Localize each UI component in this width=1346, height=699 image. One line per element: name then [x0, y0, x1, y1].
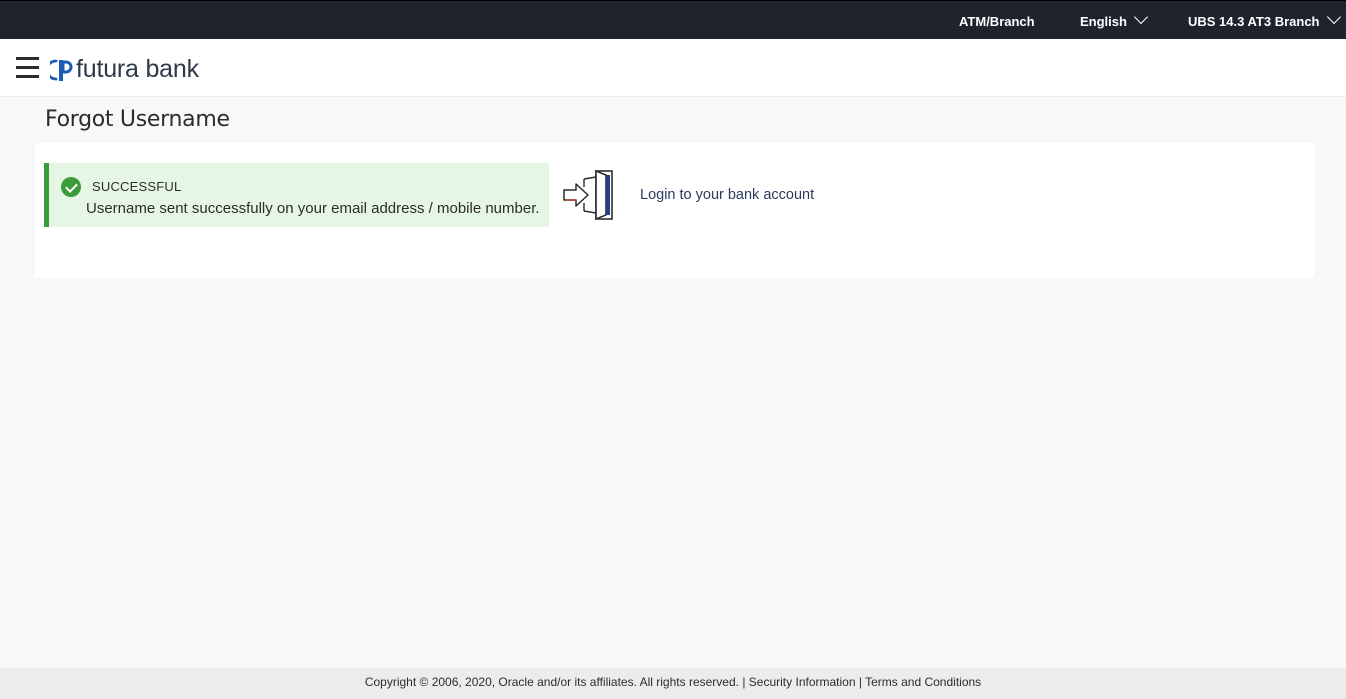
terms-and-conditions-link[interactable]: Terms and Conditions [865, 675, 981, 689]
branch-label: UBS 14.3 AT3 Branch [1188, 14, 1320, 29]
login-door-icon[interactable] [562, 169, 616, 221]
hamburger-icon[interactable] [16, 57, 39, 79]
check-circle-icon [61, 177, 81, 197]
logo-text: futura bank [76, 55, 199, 83]
footer-separator: | [742, 675, 746, 689]
page-title: Forgot Username [45, 107, 230, 132]
logo-mark-icon [50, 59, 73, 81]
footer-separator: | [858, 675, 862, 689]
content-card: SUCCESSFUL Username sent successfully on… [35, 143, 1315, 278]
chevron-down-icon [1326, 9, 1341, 25]
copyright-text: Copyright © 2006, 2020, Oracle and/or it… [364, 675, 739, 689]
success-alert: SUCCESSFUL Username sent successfully on… [44, 163, 549, 227]
header: futura bank [0, 39, 1346, 97]
login-link[interactable]: Login to your bank account [640, 187, 814, 203]
top-bar: ATM/Branch English UBS 14.3 AT3 Branch [0, 0, 1346, 39]
atm-branch-link[interactable]: ATM/Branch [959, 14, 1035, 29]
alert-status: SUCCESSFUL [92, 179, 182, 194]
alert-message: Username sent successfully on your email… [86, 200, 540, 217]
language-label: English [1080, 14, 1127, 29]
footer: Copyright © 2006, 2020, Oracle and/or it… [0, 668, 1346, 699]
branch-dropdown[interactable]: UBS 14.3 AT3 Branch [1188, 9, 1341, 29]
security-information-link[interactable]: Security Information [749, 675, 856, 689]
language-dropdown[interactable]: English [1080, 9, 1149, 29]
chevron-down-icon [1133, 9, 1149, 25]
